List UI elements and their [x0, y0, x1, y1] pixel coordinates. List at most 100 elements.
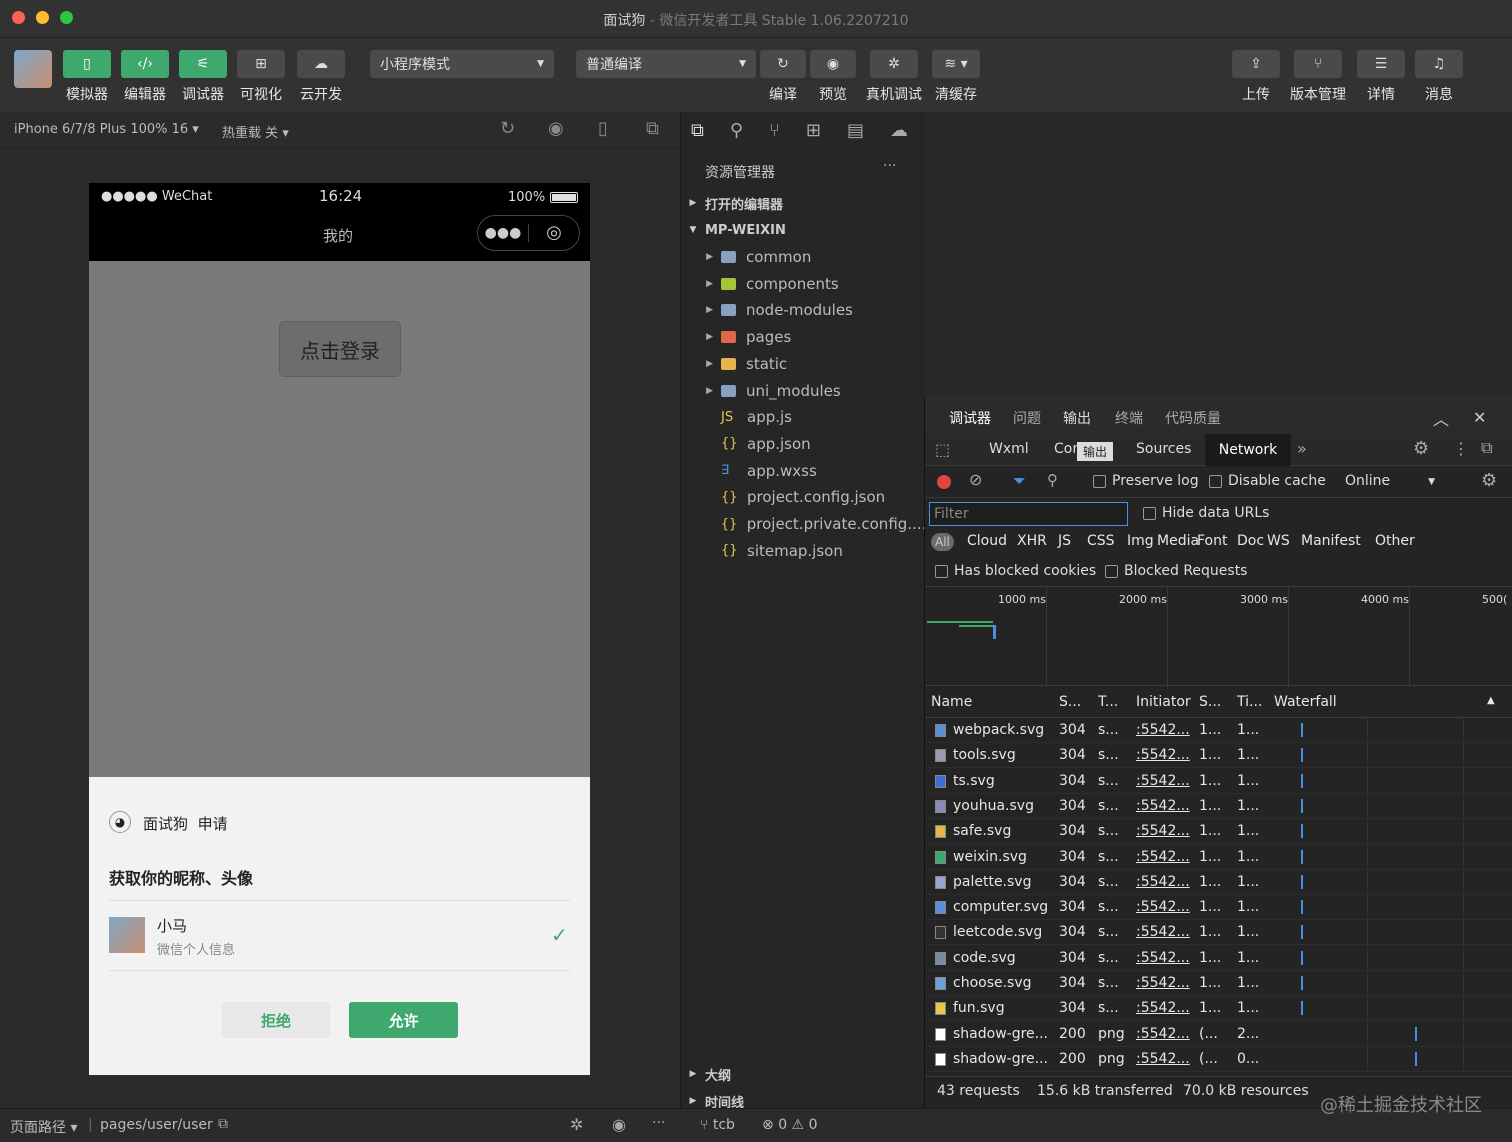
simulator-toggle-button[interactable]: ▯	[63, 50, 111, 78]
col-size[interactable]: S...	[1199, 694, 1221, 710]
type-filter-xhr[interactable]: XHR	[1017, 533, 1047, 549]
file-item[interactable]: {} project.private.config....	[681, 511, 925, 537]
reject-button[interactable]: 拒绝	[222, 1002, 330, 1038]
files-icon[interactable]: ⧉	[691, 120, 704, 141]
table-row[interactable]: code.svg 304 s...:5542... 1... 1...	[925, 946, 1512, 971]
type-filter-ws[interactable]: WS	[1267, 533, 1290, 549]
table-row[interactable]: palette.svg 304 s...:5542... 1... 1...	[925, 870, 1512, 895]
more-dots-icon[interactable]: ●●●	[478, 216, 528, 250]
folder-item[interactable]: ▶ common	[681, 244, 925, 270]
cell-initiator[interactable]: :5542...	[1136, 1051, 1192, 1067]
cell-initiator[interactable]: :5542...	[1136, 899, 1192, 915]
type-filter-media[interactable]: Media	[1157, 533, 1199, 549]
outline-section[interactable]: ▶ 大纲	[681, 1061, 925, 1087]
col-status[interactable]: S...	[1059, 694, 1081, 710]
cell-initiator[interactable]: :5542...	[1136, 747, 1192, 763]
type-filter-css[interactable]: CSS	[1087, 533, 1115, 549]
problems-indicator[interactable]: ⊗ 0 ⚠ 0	[762, 1117, 817, 1133]
login-button[interactable]: 点击登录	[279, 321, 401, 377]
allow-button[interactable]: 允许	[349, 1002, 458, 1038]
type-filter-img[interactable]: Img	[1127, 533, 1154, 549]
blocked-requests-checkbox[interactable]: Blocked Requests	[1105, 563, 1247, 579]
cell-initiator[interactable]: :5542...	[1136, 849, 1192, 865]
record-icon[interactable]: ◉	[548, 118, 564, 139]
preserve-log-checkbox[interactable]: Preserve log	[1093, 473, 1199, 489]
search-icon[interactable]: ⚲	[1047, 471, 1058, 489]
tab-code-quality[interactable]: 代码质量	[1165, 408, 1221, 428]
preview-button[interactable]: ◉	[810, 50, 856, 78]
cell-initiator[interactable]: :5542...	[1136, 950, 1192, 966]
table-row[interactable]: webpack.svg 304 s...:5542... 1... 1...	[925, 718, 1512, 743]
file-item[interactable]: ∃ app.wxss	[681, 458, 925, 484]
kebab-icon[interactable]: ⋮	[1453, 439, 1469, 458]
folder-item[interactable]: ▶ node-modules	[681, 297, 925, 323]
bug-icon[interactable]: ✲	[570, 1115, 583, 1134]
cell-initiator[interactable]: :5542...	[1136, 924, 1192, 940]
folder-item[interactable]: ▶ uni_modules	[681, 378, 925, 404]
upload-button[interactable]: ⇪	[1232, 50, 1280, 78]
tab-wxml[interactable]: Wxml	[989, 441, 1029, 457]
table-row[interactable]: computer.svg 304 s...:5542... 1... 1...	[925, 895, 1512, 921]
col-initiator[interactable]: Initiator	[1136, 694, 1191, 710]
branch-indicator[interactable]: ⑂ tcb	[700, 1117, 735, 1133]
table-row[interactable]: ts.svg 304 s...:5542... 1... 1...	[925, 769, 1512, 794]
docker-icon[interactable]: ☁	[890, 120, 908, 141]
cell-initiator[interactable]: :5542...	[1136, 798, 1192, 814]
table-row[interactable]: tools.svg 304 s...:5542... 1... 1...	[925, 743, 1512, 769]
table-row[interactable]: safe.svg 304 s...:5542... 1... 1...	[925, 819, 1512, 845]
type-filter-doc[interactable]: Doc	[1237, 533, 1264, 549]
compile-button[interactable]: ↻	[760, 50, 806, 78]
table-row[interactable]: shadow-gre... 200 png:5542... (... 0...	[925, 1047, 1512, 1072]
tab-terminal[interactable]: 终端	[1115, 408, 1143, 428]
close-icon[interactable]: ✕	[1473, 408, 1486, 427]
type-filter-js[interactable]: JS	[1058, 533, 1071, 549]
cloud-dev-button[interactable]: ☁	[297, 50, 345, 78]
check-icon[interactable]: ✓	[551, 923, 568, 947]
blocked-cookies-checkbox[interactable]: Has blocked cookies	[935, 563, 1096, 579]
open-editors-section[interactable]: ▶ 打开的编辑器	[681, 190, 925, 216]
mode-select[interactable]: 小程序模式 ▼	[370, 50, 554, 78]
explorer-more-button[interactable]: ···	[883, 158, 896, 174]
dock-icon[interactable]: ⧉	[1481, 438, 1492, 458]
gear-icon[interactable]: ⚙	[1481, 470, 1497, 491]
remote-debug-button[interactable]: ✲	[870, 50, 918, 78]
record-icon[interactable]	[937, 475, 951, 489]
file-item[interactable]: {} app.json	[681, 431, 925, 457]
throttle-select[interactable]: Online ▼	[1345, 473, 1435, 489]
cell-initiator[interactable]: :5542...	[1136, 773, 1192, 789]
gear-icon[interactable]: ⚙	[1413, 438, 1429, 459]
type-filter-cloud[interactable]: Cloud	[967, 533, 1007, 549]
details-button[interactable]: ☰	[1357, 50, 1405, 78]
compile-select[interactable]: 普通编译 ▼	[576, 50, 756, 78]
tab-console[interactable]: Cor	[1054, 441, 1078, 457]
version-button[interactable]: ⑂	[1294, 50, 1342, 78]
table-row[interactable]: weixin.svg 304 s...:5542... 1... 1...	[925, 845, 1512, 870]
search-icon[interactable]: ⚲	[730, 120, 743, 141]
filter-input[interactable]: Filter	[929, 502, 1128, 526]
eye-icon[interactable]: ◉	[612, 1115, 626, 1134]
more-icon[interactable]: ···	[652, 1115, 665, 1131]
col-type[interactable]: T...	[1098, 694, 1118, 710]
rotate-icon[interactable]: ↻	[500, 118, 515, 139]
col-time[interactable]: Ti...	[1237, 694, 1262, 710]
tab-debugger[interactable]: 调试器	[949, 408, 991, 428]
table-row[interactable]: fun.svg 304 s...:5542... 1... 1...	[925, 996, 1512, 1022]
col-waterfall[interactable]: Waterfall	[1274, 694, 1337, 710]
folder-item[interactable]: ▶ static	[681, 351, 925, 377]
git-icon[interactable]: ⑂	[769, 120, 780, 141]
table-row[interactable]: choose.svg 304 s...:5542... 1... 1...	[925, 971, 1512, 996]
file-item[interactable]: {} sitemap.json	[681, 538, 925, 564]
type-filter-font[interactable]: Font	[1197, 533, 1227, 549]
tab-sources[interactable]: Sources	[1136, 441, 1191, 457]
extensions-icon[interactable]: ⊞	[806, 120, 821, 141]
debugger-toggle-button[interactable]: ⚟	[179, 50, 227, 78]
chevron-up-icon[interactable]: ︿	[1433, 406, 1449, 430]
cell-initiator[interactable]: :5542...	[1136, 722, 1192, 738]
table-row[interactable]: shadow-gre... 200 png:5542... (... 2...	[925, 1022, 1512, 1047]
copy-icon[interactable]: ⧉	[218, 1116, 228, 1132]
table-row[interactable]: leetcode.svg 304 s...:5542... 1... 1...	[925, 920, 1512, 946]
col-name[interactable]: Name	[931, 694, 972, 710]
inspect-icon[interactable]: ⬚	[935, 440, 950, 459]
tab-output[interactable]: 输出	[1063, 408, 1091, 428]
clear-cache-button[interactable]: ≋ ▾	[932, 50, 980, 78]
